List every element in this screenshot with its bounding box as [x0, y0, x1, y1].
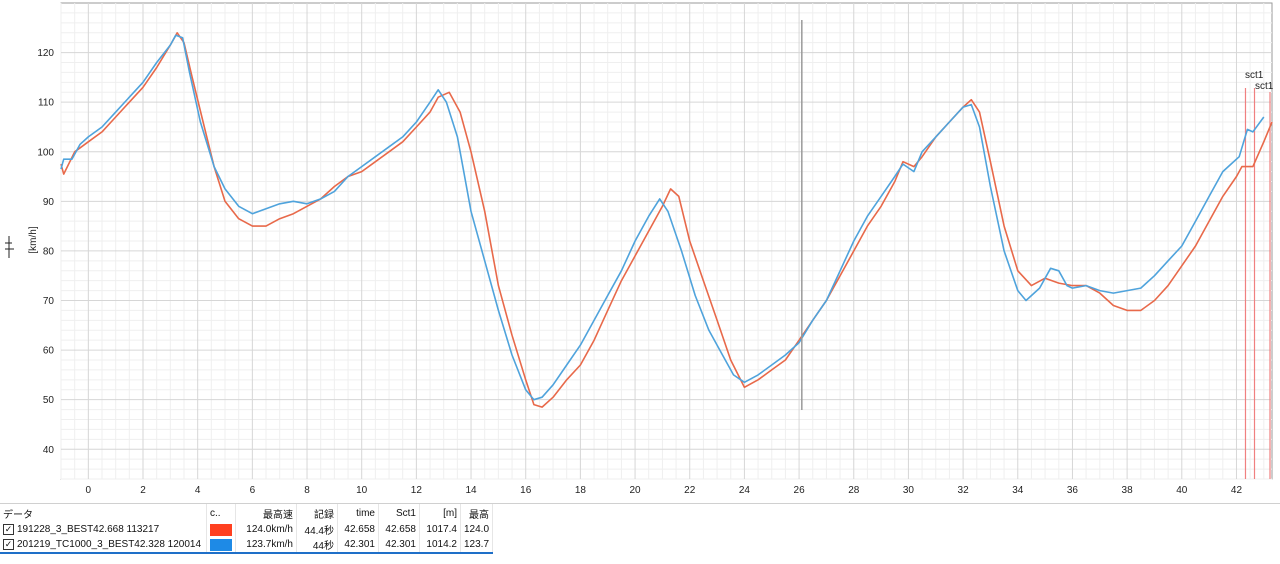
legend-panel: データ c.. 最高速 記録 time Sct1 [m] 最高 ✓ 191228_…	[0, 503, 1280, 564]
max-cell: 123.7	[460, 537, 494, 554]
y-tick-label: 110	[38, 98, 54, 109]
sector-label-1: sct1	[1245, 70, 1264, 81]
record-cell: 44.4秒	[296, 522, 338, 537]
x-tick-label: 24	[739, 485, 751, 496]
x-tick-label: 2	[140, 485, 146, 496]
legend-header-max[interactable]: 最高	[460, 504, 494, 522]
legend-header-m[interactable]: [m]	[419, 504, 461, 522]
y-tick-label: 100	[37, 147, 54, 158]
x-tick-label: 16	[520, 485, 532, 496]
distance-cell: 1014.2	[419, 537, 461, 554]
x-tick-label: 36	[1067, 485, 1079, 496]
y-tick-label: 80	[43, 246, 55, 257]
legend-header-time[interactable]: time	[337, 504, 379, 522]
color-cell[interactable]	[206, 522, 236, 537]
legend-header-sct1[interactable]: Sct1	[378, 504, 420, 522]
time-cell: 42.658	[337, 522, 379, 537]
y-axis-label: [km/h]	[28, 226, 39, 253]
checkbox-checked-icon[interactable]: ✓	[3, 538, 14, 550]
chart: 405060708090100110120 0 2 4 6 8 10 12 14 16 18 20 2…	[0, 0, 1280, 503]
x-tick-label: 0	[86, 485, 92, 496]
color-cell[interactable]	[206, 537, 236, 554]
top-speed-cell: 124.0km/h	[235, 522, 297, 537]
legend-name-cell[interactable]: ✓ 191228_3_BEST42.668 113217	[0, 522, 207, 537]
y-tick-label: 120	[37, 48, 54, 59]
series-name: 201219_TC1000_3_BEST42.328 120014	[17, 539, 202, 551]
legend-header-color[interactable]: c..	[206, 504, 236, 522]
legend-name-cell[interactable]: ✓ 201219_TC1000_3_BEST42.328 120014	[0, 537, 207, 554]
x-tick-label: 32	[958, 485, 970, 496]
x-tick-label: 26	[794, 485, 806, 496]
x-tick-label: 22	[684, 485, 696, 496]
max-cell: 124.0	[460, 522, 494, 537]
x-tick-label: 14	[465, 485, 477, 496]
sector-label-2: sct1	[1255, 81, 1274, 92]
top-speed-cell: 123.7km/h	[235, 537, 297, 554]
record-cell: 44秒	[296, 537, 338, 554]
x-tick-label: 10	[356, 485, 368, 496]
y-tick-label: 60	[43, 346, 55, 357]
y-tick-label: 90	[43, 197, 55, 208]
y-tick-label: 40	[43, 445, 55, 456]
x-tick-label: 30	[903, 485, 915, 496]
color-swatch	[210, 538, 232, 551]
legend-header-record[interactable]: 記録	[296, 504, 338, 522]
x-tick-label: 18	[575, 485, 587, 496]
sct1-cell: 42.658	[378, 522, 420, 537]
x-tick-label: 40	[1176, 485, 1188, 496]
legend-row[interactable]: ✓ 201219_TC1000_3_BEST42.328 120014 123.7…	[0, 537, 494, 554]
legend-header-data[interactable]: データ	[0, 504, 207, 522]
x-tick-label: 20	[630, 485, 642, 496]
x-tick-label: 4	[195, 485, 201, 496]
color-swatch	[210, 523, 232, 536]
series-name: 191228_3_BEST42.668 113217	[17, 524, 160, 536]
x-tick-label: 38	[1122, 485, 1134, 496]
sct1-cell: 42.301	[378, 537, 420, 554]
y-tick-label: 70	[43, 296, 55, 307]
legend-table: データ c.. 最高速 記録 time Sct1 [m] 最高 ✓ 191228_…	[0, 504, 494, 554]
legend-row[interactable]: ✓ 191228_3_BEST42.668 113217 124.0km/h 44…	[0, 522, 494, 537]
legend-header-top-speed[interactable]: 最高速	[235, 504, 297, 522]
x-tick-label: 12	[411, 485, 423, 496]
x-tick-label: 6	[250, 485, 256, 496]
x-tick-label: 28	[848, 485, 860, 496]
distance-cell: 1017.4	[419, 522, 461, 537]
x-tick-label: 34	[1012, 485, 1024, 496]
x-tick-label: 42	[1231, 485, 1243, 496]
x-tick-label: 8	[304, 485, 310, 496]
checkbox-checked-icon[interactable]: ✓	[3, 523, 14, 535]
time-cell: 42.301	[337, 537, 379, 554]
y-tick-label: 50	[43, 395, 55, 406]
